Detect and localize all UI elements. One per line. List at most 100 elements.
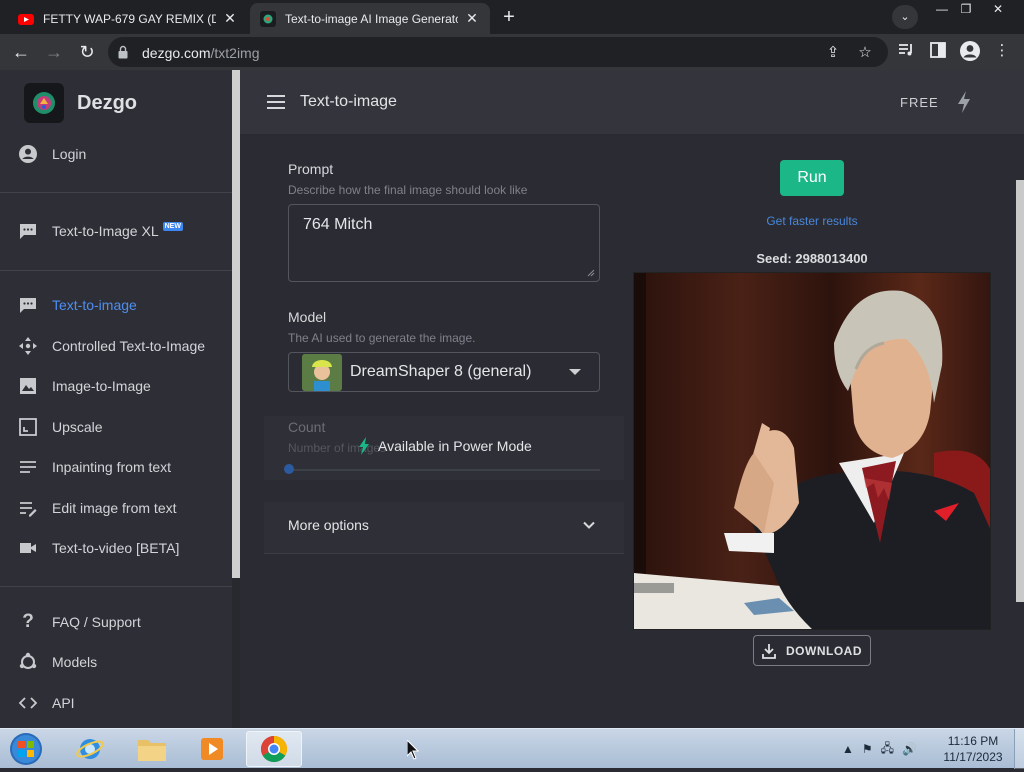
count-label: Count [288,419,326,435]
sidebar-item-image-to-image[interactable]: Image-to-Image [0,368,232,404]
prompt-textarea[interactable]: 764 Mitch [288,204,600,282]
lock-icon [118,45,128,59]
sidebar-item-api[interactable]: API [0,685,232,721]
close-tab-icon[interactable]: ✕ [222,10,238,27]
tray-expand-icon[interactable]: ▲ [842,742,854,756]
media-control-icon[interactable] [896,41,916,61]
start-button[interactable] [7,731,45,767]
sidebar-item-label: Text-to-video [BETA] [52,540,180,556]
action-center-flag-icon[interactable]: ⚑ [862,742,873,756]
sidebar-scrollbar[interactable] [232,70,240,728]
sidebar-item-inpainting-from-text[interactable]: Inpainting from text [0,449,232,485]
bookmark-star-icon[interactable]: ☆ [856,44,874,62]
move-arrows-icon [18,336,38,356]
tab-search-button[interactable]: ⌄ [892,5,918,29]
forward-icon[interactable]: → [43,41,65,63]
youtube-icon [18,13,34,25]
taskbar-file-explorer[interactable] [124,731,180,767]
clock-time: 11:16 PM [947,734,999,748]
account-icon [18,144,38,164]
close-tab-icon[interactable]: ✕ [464,10,480,27]
sidebar-divider [0,270,232,271]
sidebar-item-controlled-text-to-image[interactable]: Controlled Text-to-Image [0,328,232,364]
main-scrollbar[interactable] [1016,180,1024,602]
sidebar: Dezgo Login Text-to-Image XL NEW Text-to… [0,70,232,728]
faster-results-link[interactable]: Get faster results [740,214,884,228]
sidebar-item-label: Upscale [52,419,103,435]
sidebar-item-label: Text-to-Image XL [52,223,159,239]
sidebar-divider [0,586,232,587]
brand[interactable]: Dezgo [24,83,137,123]
sidebar-item-edit-image-from-text[interactable]: Edit image from text [0,490,232,526]
brand-name: Dezgo [77,91,137,114]
show-desktop-button[interactable] [1014,729,1024,769]
edit-lines-icon [18,498,38,518]
reload-icon[interactable]: ↻ [76,41,98,63]
more-options-accordion[interactable]: More options [264,502,624,554]
count-slider-track[interactable] [288,469,600,471]
system-tray: ▲ ⚑ 🖧 🔊 [842,739,925,759]
code-icon [18,693,38,713]
sidebar-item-label: FAQ / Support [52,614,141,630]
sidebar-item-label: Models [52,654,98,670]
url-text: dezgo.com/txt2img [142,45,260,61]
folder-icon [138,740,166,761]
profile-avatar-icon[interactable] [959,40,980,61]
side-panel-icon[interactable] [928,41,948,61]
clock-date: 11/17/2023 [943,750,1003,764]
taskbar-chrome[interactable] [246,731,302,767]
chrome-icon [260,735,288,763]
power-mode-label: Available in Power Mode [378,438,532,454]
new-tab-button[interactable]: + [498,6,520,28]
prompt-value: 764 Mitch [303,216,373,233]
network-icon[interactable]: 🖧 [881,739,894,760]
model-hint: The AI used to generate the image. [288,331,476,345]
sidebar-item-label: Text-to-image [52,297,137,313]
taskbar-media-player[interactable] [184,731,240,767]
sidebar-item-text-to-image-xl[interactable]: Text-to-Image XL NEW [0,213,232,249]
lightning-icon[interactable] [956,90,972,114]
sidebar-item-label: API [52,695,75,711]
browser-tab-dezgo[interactable]: Text-to-image AI Image Generato ✕ [250,3,490,34]
hamburger-menu-icon[interactable] [266,93,286,111]
sidebar-item-models[interactable]: Models [0,644,232,680]
share-icon[interactable]: ⇪ [824,44,842,62]
power-mode-notice[interactable]: Available in Power Mode [358,437,532,455]
restore-window-button[interactable]: ❐ [952,1,980,19]
sidebar-divider [0,192,232,193]
sidebar-item-label: Controlled Text-to-Image [52,338,206,354]
seed-text: Seed: 2988013400 [756,251,868,266]
internet-explorer-icon [76,739,104,759]
generated-image[interactable] [633,272,991,630]
browser-toolbar: ← → ↻ dezgo.com/txt2img ⇪ ☆ ⋮ [0,34,1024,70]
resize-grip-icon[interactable] [587,269,595,277]
volume-icon[interactable]: 🔊 [902,742,917,756]
more-options-label: More options [288,517,369,533]
close-window-button[interactable]: ✕ [984,1,1012,19]
address-bar[interactable]: dezgo.com/txt2img ⇪ ☆ [108,37,888,67]
taskbar-clock[interactable]: 11:16 PM 11/17/2023 [938,733,1008,765]
tab-title: FETTY WAP-679 GAY REMIX (Dig [43,11,216,26]
kebab-menu-icon[interactable]: ⋮ [992,41,1012,61]
dropdown-caret-icon [569,369,581,375]
browser-tab-youtube[interactable]: FETTY WAP-679 GAY REMIX (Dig ✕ [8,3,248,34]
taskbar-internet-explorer[interactable] [62,731,118,767]
sidebar-item-faq-support[interactable]: ? FAQ / Support [0,604,232,640]
plan-badge[interactable]: FREE [900,95,939,110]
browser-tab-strip: FETTY WAP-679 GAY REMIX (Dig ✕ Text-to-i… [0,0,1024,34]
sidebar-item-upscale[interactable]: Upscale [0,409,232,445]
download-button[interactable]: DOWNLOAD [753,635,871,666]
back-icon[interactable]: ← [10,41,32,63]
sidebar-item-text-to-image[interactable]: Text-to-image [0,287,232,323]
sidebar-scrollbar-thumb[interactable] [232,70,240,578]
sidebar-item-login[interactable]: Login [0,136,232,172]
run-button[interactable]: Run [780,160,844,196]
model-thumbnail [302,354,342,391]
count-slider-thumb[interactable] [284,464,294,474]
video-camera-icon [18,538,38,558]
url-domain: dezgo.com [142,45,211,61]
lines-icon [18,457,38,477]
sidebar-item-text-to-video[interactable]: Text-to-video [BETA] [0,530,232,566]
model-select[interactable]: DreamShaper 8 (general) [288,352,600,392]
mouse-cursor-icon [407,740,419,760]
